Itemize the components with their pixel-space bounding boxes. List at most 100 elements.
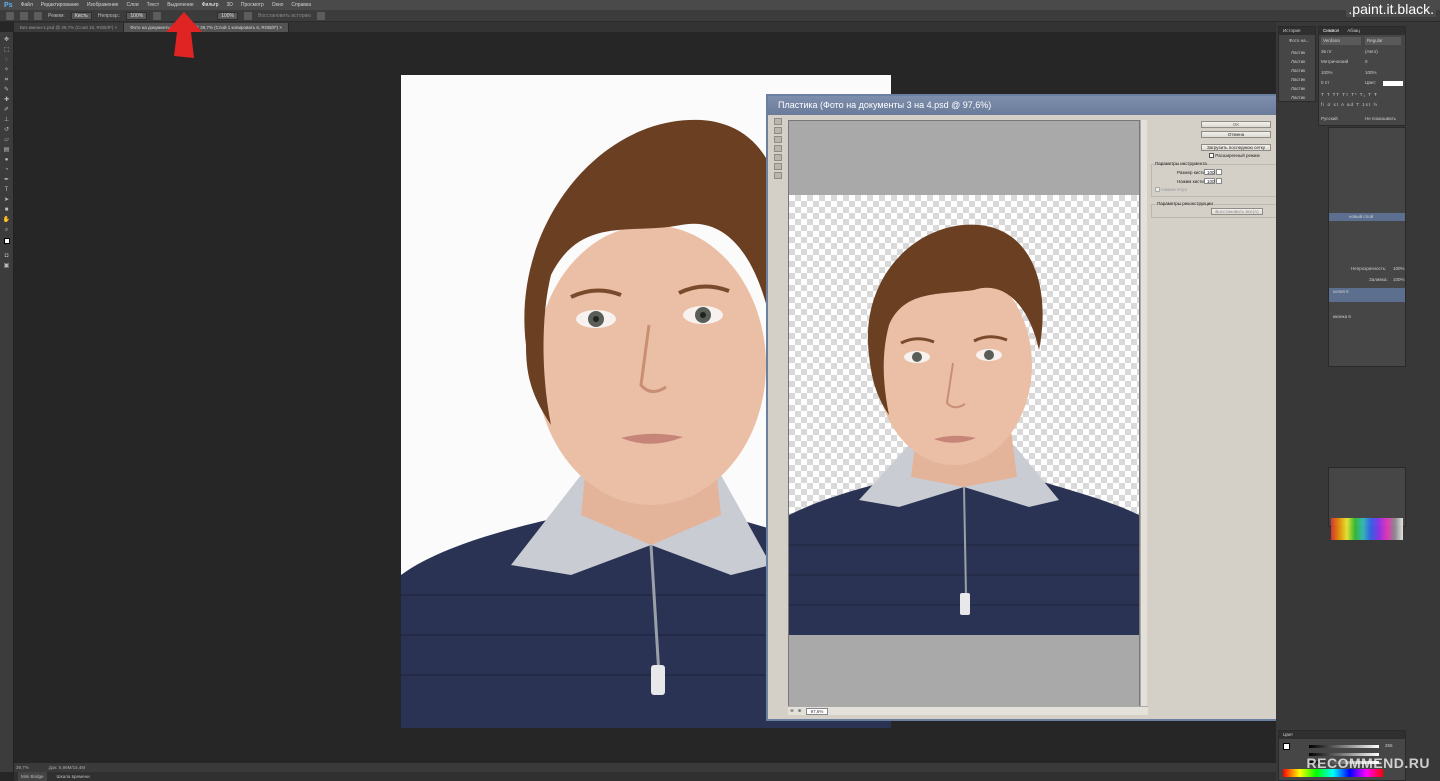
pressure-size-icon[interactable] — [317, 11, 326, 20]
history-item[interactable]: Ластик — [1291, 76, 1305, 84]
eraser-tool-icon[interactable] — [6, 11, 14, 20]
menu-image[interactable]: Изображение — [87, 2, 119, 8]
layer-fill-input[interactable]: 100% — [1393, 276, 1405, 284]
swatch-grid[interactable] — [1331, 518, 1403, 540]
pucker-tool-icon[interactable] — [774, 136, 782, 143]
dodge-tool-icon[interactable]: ◔ — [2, 166, 11, 174]
history-item[interactable]: Ластик — [1291, 67, 1305, 75]
eraser-icon[interactable]: ▱ — [2, 136, 11, 144]
brush-panel-icon[interactable] — [34, 11, 42, 20]
healing-brush-icon[interactable]: ✚ — [2, 96, 11, 104]
advanced-mode-checkbox[interactable]: Расширенный режим — [1209, 153, 1260, 159]
color-slider[interactable] — [1309, 745, 1379, 748]
brush-preset-icon[interactable] — [20, 11, 28, 20]
crop-tool-icon[interactable]: ⌗ — [2, 76, 11, 84]
layer-row[interactable]: иконка 6 — [1329, 313, 1351, 321]
menu-text[interactable]: Текст — [147, 2, 160, 8]
pressure-opacity-icon[interactable] — [153, 11, 162, 20]
zoom-out-icon[interactable]: ⊖ — [790, 708, 794, 714]
history-item[interactable]: Ластик — [1291, 94, 1305, 102]
brush-pressure-dropdown-icon[interactable] — [1216, 178, 1222, 184]
bloat-tool-icon[interactable] — [774, 145, 782, 152]
antialias-select[interactable]: Не показывать — [1365, 115, 1396, 123]
restore-all-button[interactable]: Восстановить все(A) — [1211, 208, 1263, 215]
tab-mini-bridge[interactable]: Mini Bridge — [18, 772, 47, 781]
foreground-swatch[interactable] — [1283, 743, 1290, 750]
opacity-input[interactable]: 100% — [126, 11, 148, 20]
layer-row-selected[interactable]: копия 6 — [1329, 288, 1405, 302]
cancel-button[interactable]: Отмена — [1201, 131, 1271, 138]
zoom-tool-icon[interactable]: ⌕ — [2, 226, 11, 234]
tab-document-1[interactable]: Без имени-1.psd @ 39,7% (Слой 18, RGB/8*… — [14, 23, 125, 32]
tab-document-2[interactable]: Фото на документы 3 на 4.psd @ 39,7% (Сл… — [124, 23, 290, 32]
liquify-preview[interactable] — [788, 120, 1140, 709]
menu-3d[interactable]: 3D — [227, 2, 233, 8]
horizontal-scale-input[interactable]: 100% — [1365, 69, 1377, 77]
airbrush-icon[interactable] — [243, 11, 252, 20]
color-value-input[interactable]: 255 — [1385, 742, 1393, 750]
tab-timeline[interactable]: Шкала времени — [57, 772, 90, 781]
stylus-pressure-checkbox[interactable]: Нажим пера — [1155, 187, 1187, 193]
load-last-mesh-button[interactable]: Загрузить последнюю сетку — [1201, 144, 1271, 151]
mode-select[interactable]: Кисть — [70, 11, 92, 20]
language-select[interactable]: Русский — [1321, 115, 1338, 123]
brush-size-input[interactable]: 100 — [1204, 169, 1215, 175]
layer-row[interactable]: новый слой — [1329, 213, 1405, 221]
menu-file[interactable]: Файл — [21, 2, 33, 8]
zoom-tool-icon[interactable] — [774, 172, 782, 179]
history-label[interactable]: Восстановить историю — [258, 13, 311, 19]
tracking-input[interactable]: 0 — [1365, 58, 1368, 66]
quick-mask-icon[interactable]: ◘ — [2, 252, 11, 260]
forward-warp-tool-icon[interactable] — [774, 118, 782, 125]
magic-wand-icon[interactable]: ✧ — [2, 66, 11, 74]
color-panel-tab[interactable]: Цвет — [1279, 731, 1405, 739]
foreground-color-icon[interactable] — [2, 238, 11, 246]
hand-tool-icon[interactable] — [774, 163, 782, 170]
brush-size-dropdown-icon[interactable] — [1216, 169, 1222, 175]
opentype-buttons[interactable]: fi σ st A ad T 1st ½ — [1321, 101, 1378, 109]
shape-tool-icon[interactable]: ■ — [2, 206, 11, 214]
preview-vertical-scrollbar[interactable] — [1140, 120, 1147, 709]
baseline-input[interactable]: 0 пт — [1321, 79, 1329, 87]
history-tab[interactable]: История — [1279, 27, 1315, 35]
text-style-buttons[interactable]: T T TT Tт T¹ T₁ T Ŧ — [1321, 91, 1378, 99]
ok-button[interactable]: OK — [1201, 121, 1271, 128]
menu-edit[interactable]: Редактирование — [41, 2, 79, 8]
zoom-value[interactable]: 97,6% — [805, 707, 829, 715]
reconstruct-tool-icon[interactable] — [774, 127, 782, 134]
tab-character[interactable]: Символ — [1323, 27, 1339, 35]
type-tool-icon[interactable]: T — [2, 186, 11, 194]
hand-tool-icon[interactable]: ✋ — [2, 216, 11, 224]
status-zoom[interactable]: 39,7% — [16, 763, 29, 772]
pen-tool-icon[interactable]: ✒ — [2, 176, 11, 184]
tab-paragraph[interactable]: Абзац — [1347, 27, 1360, 35]
blur-tool-icon[interactable]: ● — [2, 156, 11, 164]
kerning-select[interactable]: Метрический — [1321, 58, 1348, 66]
vertical-scale-input[interactable]: 100% — [1321, 69, 1333, 77]
zoom-in-icon[interactable]: ⊕ — [798, 708, 802, 714]
history-item[interactable]: Ластик — [1291, 85, 1305, 93]
font-size-input[interactable]: 36 пт — [1321, 48, 1332, 56]
brush-pressure-input[interactable]: 100 — [1204, 178, 1215, 184]
menu-window[interactable]: Окно — [272, 2, 284, 8]
menu-help[interactable]: Справка — [291, 2, 311, 8]
screen-mode-icon[interactable]: ▣ — [2, 262, 11, 270]
menu-filter[interactable]: Фильтр — [202, 2, 219, 8]
font-family-select[interactable]: Verdana — [1321, 37, 1361, 45]
history-item[interactable]: Ластик — [1291, 49, 1305, 57]
history-brush-icon[interactable]: ↺ — [2, 126, 11, 134]
push-left-tool-icon[interactable] — [774, 154, 782, 161]
marquee-tool-icon[interactable]: ⬚ — [2, 46, 11, 54]
dialog-title[interactable]: Пластика (Фото на документы 3 на 4.psd @… — [768, 96, 1328, 115]
history-item[interactable]: Ластик — [1291, 58, 1305, 66]
text-color-swatch[interactable] — [1383, 81, 1403, 86]
layer-opacity-input[interactable]: 100% — [1393, 265, 1405, 273]
lasso-tool-icon[interactable]: ◌ — [2, 56, 11, 64]
stamp-tool-icon[interactable]: ⊥ — [2, 116, 11, 124]
menu-select[interactable]: Выделение — [167, 2, 194, 8]
history-snapshot[interactable]: Фото на... — [1289, 37, 1309, 45]
pressure-input[interactable]: 100% — [217, 11, 238, 20]
eyedropper-icon[interactable]: ✎ — [2, 86, 11, 94]
brush-tool-icon[interactable]: ✐ — [2, 106, 11, 114]
font-style-select[interactable]: Regular — [1365, 37, 1401, 45]
